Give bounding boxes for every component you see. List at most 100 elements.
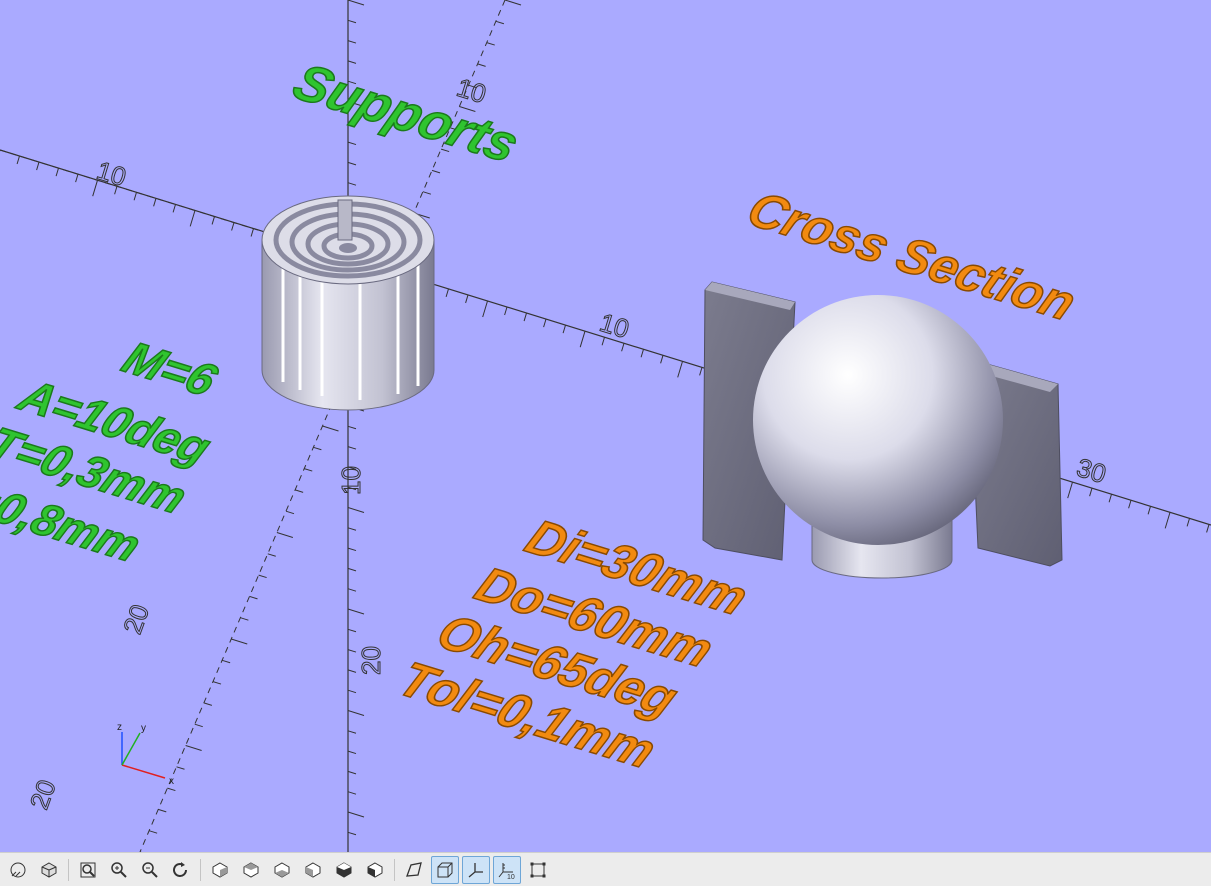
scale-tick	[465, 294, 469, 304]
orthogonal-button[interactable]	[431, 855, 459, 884]
scale-tick	[562, 324, 566, 334]
perspective-button[interactable]	[400, 856, 428, 884]
view-front-button[interactable]	[330, 856, 358, 884]
scale-tick	[1147, 506, 1151, 515]
view-top-button[interactable]	[237, 856, 265, 884]
scale-tick	[240, 617, 249, 621]
scale-tick	[347, 710, 365, 716]
scale-tick	[322, 425, 339, 432]
scale-tick	[347, 750, 357, 755]
show-axes-button[interactable]	[462, 855, 490, 884]
scale-tick	[347, 547, 357, 552]
scale-tick	[347, 831, 357, 836]
scale-tick	[347, 19, 357, 24]
view-all-button[interactable]	[74, 856, 102, 884]
view-all-icon	[80, 862, 96, 877]
scale-tick	[221, 659, 231, 664]
scale-tick	[347, 527, 357, 531]
scale-tick	[677, 361, 683, 378]
scale-tick	[153, 198, 157, 207]
scale-tick	[431, 169, 441, 174]
scale-tick	[167, 787, 176, 792]
scale-tick	[347, 0, 365, 6]
scale-tick	[347, 791, 357, 795]
z-indicator-label: z	[117, 722, 122, 733]
scale-tick	[258, 574, 267, 579]
scale-tick	[347, 182, 357, 186]
scale-tick	[1089, 488, 1093, 497]
show-scale-markers-button[interactable]: 10	[493, 855, 521, 884]
cross-section-model	[702, 281, 1063, 579]
y-indicator-line	[121, 732, 141, 766]
scale-tick	[294, 489, 304, 493]
scale-tick	[267, 553, 276, 557]
scale-tick	[176, 766, 185, 770]
scale-tick	[579, 331, 586, 348]
scale-tick	[313, 446, 322, 451]
toolbar-separator	[394, 858, 395, 881]
axis-tick-label: 10	[336, 466, 366, 495]
scale-tick	[347, 649, 357, 653]
scale-tick	[482, 300, 488, 318]
scale-tick	[75, 174, 79, 183]
scale-tick	[211, 216, 215, 225]
scale-tick	[347, 161, 357, 166]
scale-tick	[347, 588, 357, 592]
preview-icon	[10, 862, 26, 877]
scale-tick	[1206, 524, 1210, 533]
reset-view-button[interactable]	[167, 856, 195, 884]
scene-canvas[interactable]: 10 10 10 20 20 30 20 10 Supports M=6 A=1…	[0, 0, 1211, 852]
scale-tick	[486, 42, 495, 46]
view-back-button[interactable]	[361, 856, 389, 884]
scale-tick	[158, 808, 167, 813]
axis-tick-label: 20	[24, 776, 62, 813]
view-right-icon	[212, 861, 228, 878]
scale-tick	[231, 638, 248, 645]
x-indicator-line	[121, 764, 166, 779]
perspective-icon	[406, 861, 422, 877]
preview-button[interactable]	[4, 856, 32, 884]
scale-tick	[640, 349, 644, 358]
view-right-button[interactable]	[206, 856, 234, 884]
scale-tick	[347, 770, 357, 775]
y-indicator-label: y	[141, 723, 146, 734]
show-scale-markers-icon: 10	[498, 862, 515, 880]
supports-param: M=6	[115, 332, 227, 406]
scale-tick	[55, 167, 59, 177]
scale-tick	[133, 192, 137, 201]
scale-tick	[1164, 512, 1171, 529]
scale-tick	[347, 669, 357, 673]
show-edges-button[interactable]	[524, 856, 552, 884]
scale-tick	[203, 702, 213, 706]
orthogonal-icon	[437, 862, 453, 877]
scale-tick	[249, 595, 258, 600]
scale-tick	[523, 312, 527, 322]
supports-model	[261, 195, 435, 411]
view-back-icon	[367, 861, 383, 878]
view-top-icon	[243, 861, 259, 878]
view-toolbar: 10	[0, 852, 1211, 886]
scale-tick	[1128, 500, 1132, 509]
svg-text:10: 10	[507, 874, 515, 880]
zoom-out-button[interactable]	[136, 856, 164, 884]
scale-tick	[347, 40, 357, 44]
3d-viewport[interactable]: 10 10 10 20 20 30 20 10 Supports M=6 A=1…	[0, 0, 1211, 852]
scale-tick	[347, 689, 357, 694]
supports-title: Supports	[284, 54, 527, 174]
scale-tick	[347, 628, 357, 633]
view-left-button[interactable]	[299, 856, 327, 884]
scale-tick	[347, 811, 365, 818]
scale-tick	[422, 191, 432, 195]
zoom-out-icon	[142, 861, 158, 878]
scale-tick	[504, 306, 508, 316]
zoom-in-button[interactable]	[105, 856, 133, 884]
view-bottom-button[interactable]	[268, 856, 296, 884]
axis-tick-label: 10	[596, 307, 632, 344]
scale-tick	[185, 745, 202, 751]
render-button[interactable]	[35, 856, 63, 884]
toolbar-separator	[200, 858, 201, 881]
show-edges-icon	[530, 862, 546, 877]
scale-tick	[148, 830, 158, 834]
axis-tick-label: 20	[356, 646, 386, 675]
scale-tick	[601, 337, 605, 346]
